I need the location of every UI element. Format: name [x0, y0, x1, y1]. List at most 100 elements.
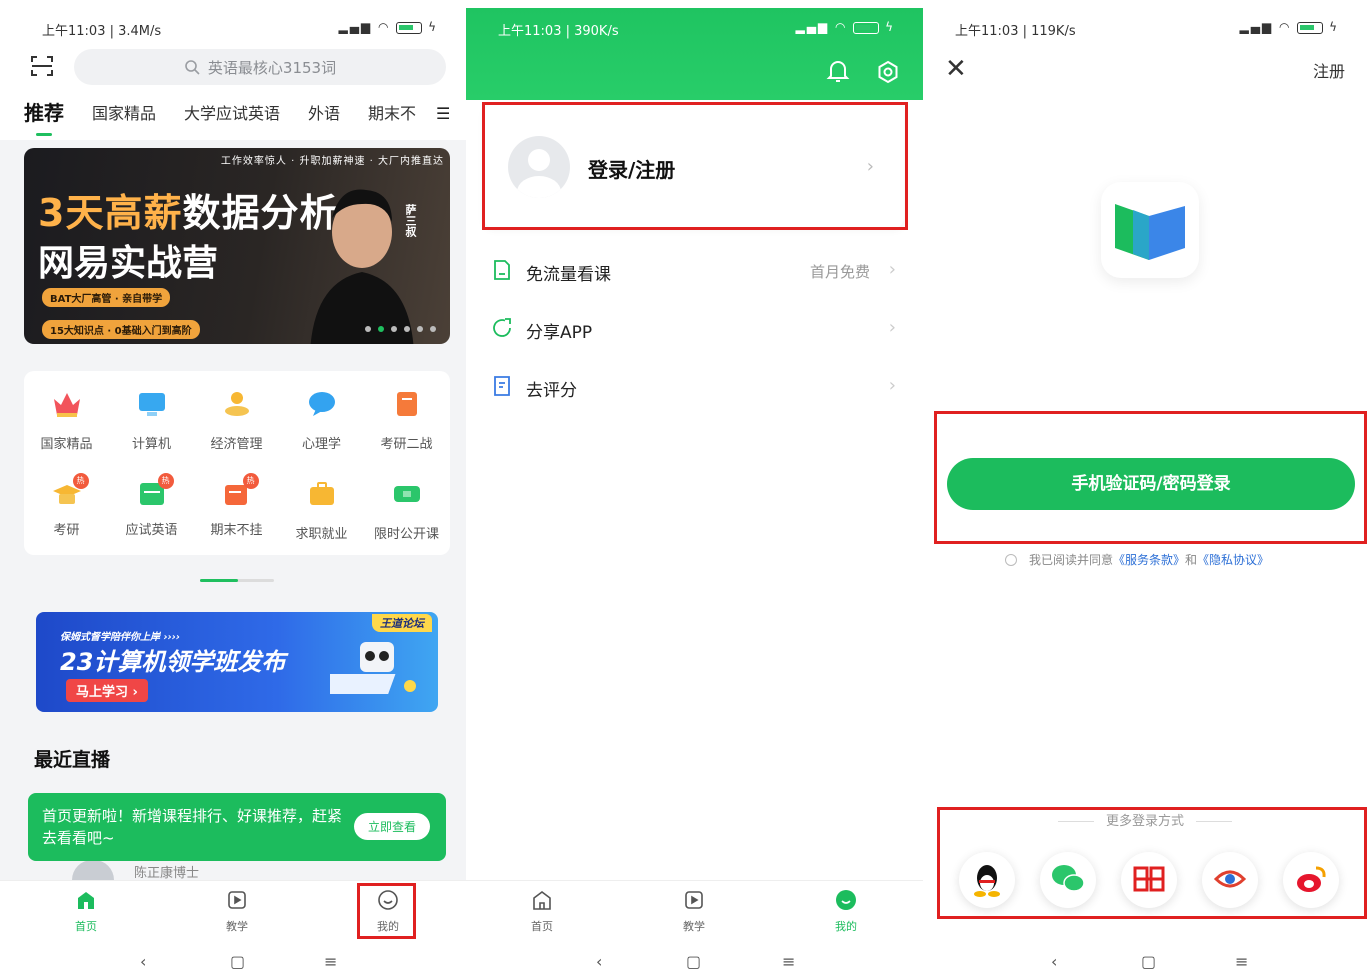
chevron-right-icon: ›	[888, 259, 896, 280]
grid-item[interactable]: 计算机	[109, 389, 194, 452]
briefcase-icon	[309, 482, 334, 505]
privacy-link[interactable]: 《隐私协议》	[1197, 553, 1269, 567]
ad-title: 23计算机领学班发布	[60, 648, 286, 676]
ad-banner[interactable]: 王道论坛 保姆式督学陪伴你上岸 ›››› 23计算机领学班发布 马上学习 ›	[36, 612, 438, 712]
chat-bubble-icon	[308, 392, 335, 416]
search-icon	[185, 60, 200, 75]
grid-item[interactable]: 限时公开课	[364, 479, 449, 542]
home-button[interactable]: ▢	[230, 952, 245, 971]
status-bar: 上午11:03 | 390K/s ▂▄▆ ◠ ϟ	[466, 14, 923, 44]
nav-label: 教学	[683, 920, 705, 933]
grid-item-label: 国家精品	[40, 437, 93, 452]
menu-label: 分享APP	[526, 323, 593, 343]
agree-radio[interactable]	[1005, 554, 1017, 566]
tab-national[interactable]: 国家精品	[92, 100, 156, 129]
ad-learn-button[interactable]: 马上学习 ›	[66, 679, 148, 702]
bottom-nav: 首页 教学 我的	[466, 880, 923, 940]
grid-item-label: 应试英语	[125, 523, 178, 538]
search-input[interactable]: 英语最核心3153词	[74, 49, 446, 85]
home-button[interactable]: ▢	[1141, 952, 1156, 971]
grid-item-label: 考研	[53, 523, 80, 538]
app-logo	[1101, 182, 1199, 278]
tab-college-english[interactable]: 大学应试英语	[184, 100, 280, 129]
status-icons: ▂▄▆ ◠ ϟ	[795, 20, 895, 34]
recents-button[interactable]: ≡	[1235, 952, 1248, 971]
back-button[interactable]: ‹	[596, 952, 602, 971]
status-time: 上午11:03 | 3.4M/s	[42, 24, 162, 39]
grid-item[interactable]: 考研二战	[364, 389, 449, 452]
ad-line1: 保姆式督学陪伴你上岸 ››››	[60, 632, 180, 643]
play-box-icon	[228, 891, 246, 909]
banner-title: 3天高薪数据分析	[38, 191, 339, 235]
grid-item[interactable]: 热 期末不挂	[194, 473, 279, 538]
nav-home[interactable]: 首页	[512, 889, 572, 934]
close-icon[interactable]: ✕	[945, 54, 967, 84]
nav-label: 教学	[226, 920, 248, 933]
highlight-box	[357, 883, 416, 939]
home-icon	[78, 892, 94, 909]
category-tabs: 推荐 国家精品 大学应试英语 外语 期末不	[24, 97, 416, 136]
hot-badge: 热	[242, 473, 259, 489]
home-screen: 上午11:03 | 3.4M/s ▂▄▆ ◠ ϟ 英语最核心3153词 推荐 国…	[0, 0, 466, 971]
grid-item[interactable]: 国家精品	[24, 389, 109, 452]
home-icon	[533, 891, 551, 910]
recents-button[interactable]: ≡	[324, 952, 337, 971]
ad-tag: 王道论坛	[372, 614, 432, 632]
nav-mine[interactable]: 我的	[816, 889, 876, 934]
back-button[interactable]: ‹	[1051, 952, 1057, 971]
search-placeholder: 英语最核心3153词	[207, 58, 337, 77]
menu-label: 去评分	[526, 381, 577, 401]
menu-rate[interactable]: 去评分 ›	[488, 358, 904, 416]
scan-icon[interactable]	[30, 54, 54, 78]
view-now-button[interactable]: 立即查看	[353, 813, 430, 840]
play-box-icon	[685, 891, 703, 909]
login-screen: 上午11:03 | 119K/s ▂▄▆ ◠ ϟ ✕ 注册 手机验证码/密码登录…	[923, 0, 1367, 971]
battery-icon	[1297, 21, 1324, 34]
grid-item-label: 心理学	[301, 437, 341, 452]
tab-menu-icon[interactable]: ☰	[436, 104, 450, 123]
grid-item[interactable]: 求职就业	[279, 479, 364, 542]
tab-final-exam[interactable]: 期末不	[368, 100, 416, 129]
sim-card-icon	[494, 260, 510, 280]
status-bar: 上午11:03 | 119K/s ▂▄▆ ◠ ϟ	[923, 14, 1367, 44]
menu-share-app[interactable]: 分享APP ›	[488, 300, 904, 358]
grid-pager	[200, 579, 274, 582]
smile-icon	[836, 890, 856, 910]
highlight-box	[937, 807, 1367, 919]
battery-icon	[396, 21, 423, 34]
nav-label: 首页	[531, 920, 553, 933]
nav-label: 首页	[75, 920, 97, 933]
promo-banner[interactable]: 工作效率惊人 · 升职加薪神速 · 大厂内推直达 3天高薪数据分析 网易实战营 …	[24, 148, 450, 344]
tab-foreign-lang[interactable]: 外语	[308, 100, 340, 129]
tab-recommend[interactable]: 推荐	[24, 97, 64, 136]
recents-button[interactable]: ≡	[782, 952, 795, 971]
nav-teach[interactable]: 教学	[207, 889, 267, 934]
home-button[interactable]: ▢	[686, 952, 701, 971]
menu-free-traffic[interactable]: 免流量看课 首月免费 ›	[488, 242, 904, 300]
carousel-dots[interactable]	[365, 326, 436, 332]
register-link[interactable]: 注册	[1313, 58, 1345, 82]
grid-item-label: 求职就业	[295, 527, 348, 542]
grid-item-label: 考研二战	[380, 437, 433, 452]
grid-item[interactable]: 热 应试英语	[109, 473, 194, 538]
chevron-right-icon: ›	[888, 375, 896, 396]
terms-link[interactable]: 《服务条款》	[1113, 553, 1185, 567]
status-time: 上午11:03 | 390K/s	[498, 24, 619, 39]
robot-illustration	[330, 642, 416, 694]
grid-item[interactable]: 心理学	[279, 389, 364, 452]
hot-badge: 热	[157, 473, 174, 489]
nav-teach[interactable]: 教学	[664, 889, 724, 934]
nav-home[interactable]: 首页	[56, 889, 116, 934]
highlight-box	[482, 102, 908, 230]
grid-item-label: 期末不挂	[210, 523, 263, 538]
grid-item-label: 经济管理	[210, 437, 263, 452]
nav-label: 我的	[835, 920, 857, 933]
grid-item[interactable]: 经济管理	[194, 389, 279, 452]
banner-subtitle: 网易实战营	[38, 243, 219, 284]
grid-item-label: 限时公开课	[373, 527, 439, 542]
back-button[interactable]: ‹	[140, 952, 146, 971]
bell-icon[interactable]	[826, 58, 850, 84]
gear-icon[interactable]	[876, 60, 900, 84]
grid-item[interactable]: 热 考研	[24, 473, 109, 538]
status-icons: ▂▄▆ ◠ ϟ	[1239, 20, 1339, 34]
